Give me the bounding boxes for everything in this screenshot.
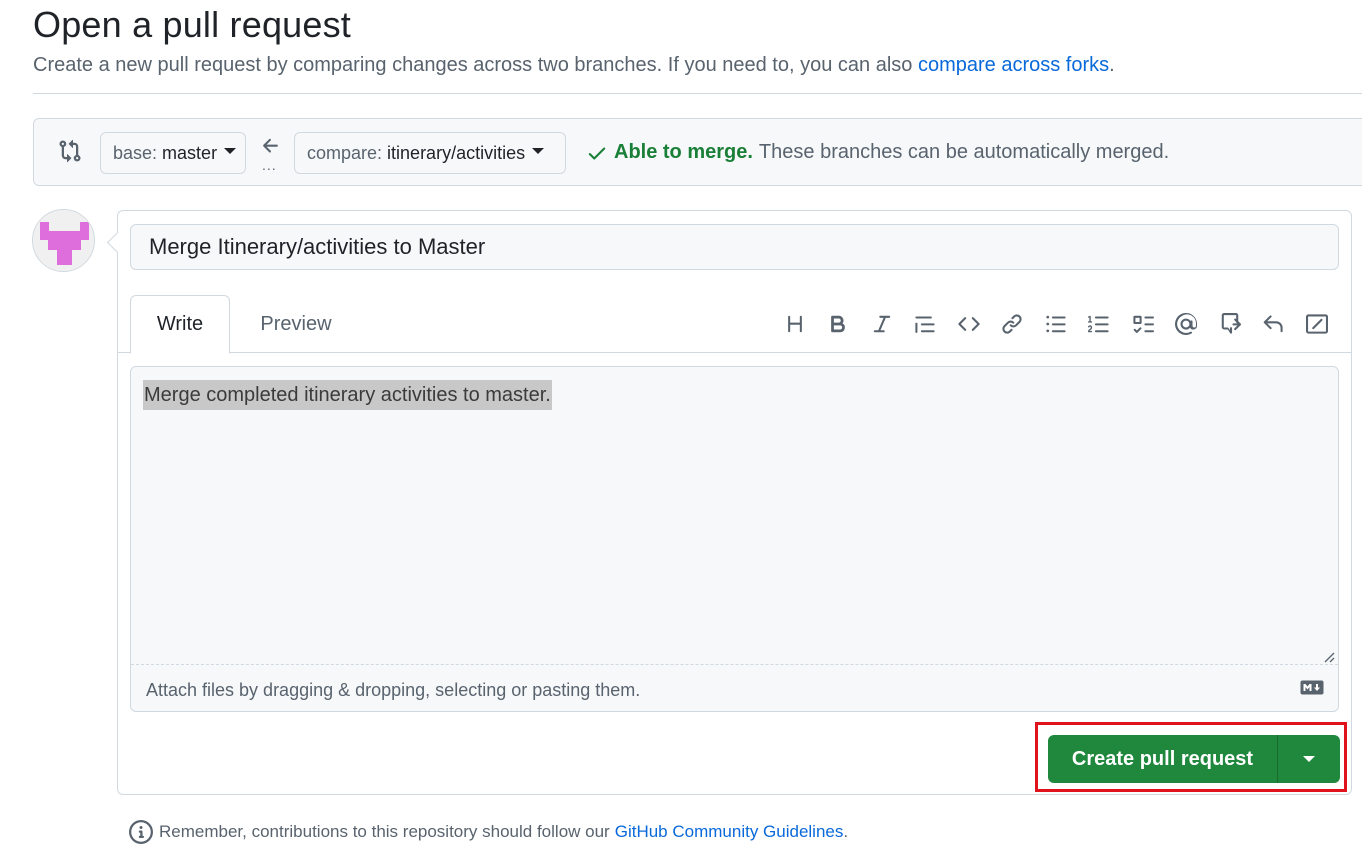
check-icon bbox=[588, 147, 606, 160]
code-icon bbox=[957, 317, 980, 331]
attach-divider bbox=[131, 664, 1338, 665]
page-subtitle: Create a new pull request by comparing c… bbox=[33, 54, 1115, 77]
mention-icon bbox=[1175, 313, 1197, 335]
chevron-down-icon bbox=[532, 148, 545, 154]
footer-note: Remember, contributions to this reposito… bbox=[129, 820, 848, 844]
base-prefix: base: bbox=[113, 142, 158, 163]
ordered-list-icon bbox=[1088, 315, 1109, 333]
code-button[interactable] bbox=[949, 311, 989, 337]
link-icon bbox=[1002, 314, 1022, 334]
page-title: Open a pull request bbox=[33, 4, 352, 45]
compare-across-forks-link[interactable]: compare across forks bbox=[918, 54, 1109, 76]
ordered-list-button[interactable] bbox=[1079, 311, 1119, 337]
create-pull-request-button[interactable]: Create pull request bbox=[1048, 735, 1278, 783]
markdown-icon[interactable] bbox=[1300, 680, 1324, 695]
info-icon bbox=[129, 820, 153, 844]
identicon-image bbox=[33, 210, 94, 271]
base-branch-select[interactable]: base: master bbox=[100, 132, 246, 174]
heading-button[interactable] bbox=[775, 311, 815, 337]
avatar[interactable] bbox=[32, 209, 95, 272]
task-list-button[interactable] bbox=[1123, 311, 1163, 337]
merge-status: Able to merge. These branches can be aut… bbox=[586, 141, 1169, 164]
unordered-list-button[interactable] bbox=[1036, 311, 1076, 337]
cross-reference-icon bbox=[1221, 313, 1241, 334]
markdown-toolbar bbox=[771, 311, 1337, 337]
chevron-down-icon bbox=[224, 148, 237, 154]
compare-prefix: compare: bbox=[307, 142, 383, 163]
pr-body-editor[interactable]: Merge completed itinerary activities to … bbox=[130, 366, 1339, 712]
reply-icon bbox=[1263, 315, 1283, 333]
footer-text: Remember, contributions to this reposito… bbox=[159, 822, 610, 841]
merge-note: These branches can be automatically merg… bbox=[758, 141, 1170, 163]
attach-files-hint[interactable]: Attach files by dragging & dropping, sel… bbox=[146, 680, 640, 701]
create-pull-request-group: Create pull request bbox=[1048, 735, 1340, 783]
merge-ok-label: Able to merge. bbox=[614, 141, 753, 163]
range-dots: ... bbox=[262, 157, 277, 173]
unordered-list-icon bbox=[1045, 315, 1066, 333]
italic-icon bbox=[873, 315, 890, 333]
bold-button[interactable] bbox=[818, 311, 858, 337]
tab-write[interactable]: Write bbox=[130, 295, 230, 354]
pr-body-text[interactable]: Merge completed itinerary activities to … bbox=[143, 380, 552, 410]
pr-title-input[interactable] bbox=[130, 224, 1339, 270]
quote-button[interactable] bbox=[905, 311, 945, 337]
chevron-down-icon bbox=[1303, 756, 1315, 762]
resize-handle-icon[interactable] bbox=[1321, 649, 1335, 663]
compare-branch-select[interactable]: compare: itinerary/activities bbox=[294, 132, 566, 174]
mention-button[interactable] bbox=[1166, 311, 1206, 337]
subtitle-end: . bbox=[1109, 54, 1115, 76]
pull-request-form: Write Preview bbox=[117, 210, 1352, 795]
cross-reference-button[interactable] bbox=[1210, 311, 1250, 337]
slash-commands-icon bbox=[1305, 314, 1328, 334]
git-compare-icon bbox=[59, 139, 81, 163]
link-button[interactable] bbox=[992, 311, 1032, 337]
italic-button[interactable] bbox=[862, 311, 902, 337]
task-list-icon bbox=[1132, 315, 1154, 333]
community-guidelines-link[interactable]: GitHub Community Guidelines bbox=[615, 822, 844, 842]
header-divider bbox=[33, 93, 1362, 94]
footer-end: . bbox=[843, 822, 849, 841]
reply-button[interactable] bbox=[1253, 311, 1293, 337]
base-branch-name: master bbox=[162, 142, 218, 163]
create-options-dropdown[interactable] bbox=[1278, 735, 1340, 783]
branch-range-bar: base: master ... compare: itinerary/acti… bbox=[33, 118, 1362, 186]
compare-branch-name: itinerary/activities bbox=[387, 142, 526, 163]
arrow-left-icon bbox=[263, 138, 278, 153]
slash-commands-button[interactable] bbox=[1297, 311, 1337, 337]
bold-icon bbox=[831, 315, 845, 333]
quote-icon bbox=[915, 316, 935, 333]
heading-icon bbox=[787, 315, 802, 333]
tab-preview[interactable]: Preview bbox=[246, 295, 346, 353]
subtitle-text: Create a new pull request by comparing c… bbox=[33, 54, 913, 76]
